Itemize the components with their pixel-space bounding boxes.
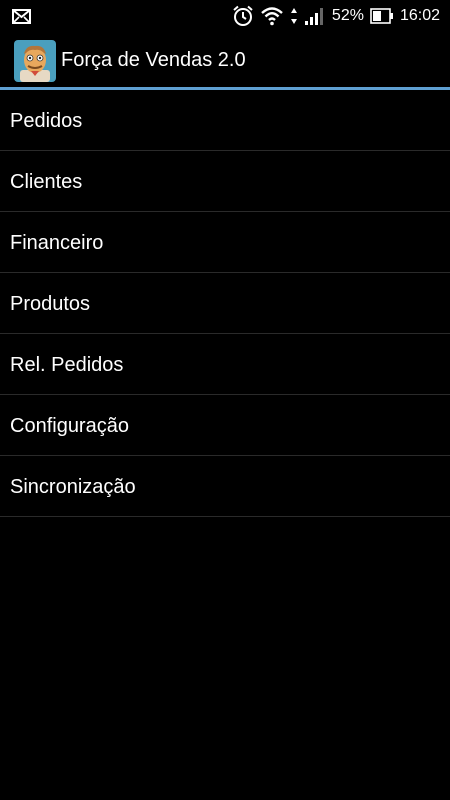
main-menu: Pedidos Clientes Financeiro Produtos Rel… <box>0 90 450 517</box>
action-bar: Força de Vendas 2.0 <box>0 32 450 87</box>
data-arrows-icon <box>290 7 298 25</box>
menu-item-label: Sincronização <box>10 476 136 498</box>
app-title: Força de Vendas 2.0 <box>61 49 246 71</box>
wifi-icon <box>260 6 284 26</box>
menu-item-label: Rel. Pedidos <box>10 354 124 376</box>
signal-icon <box>304 6 326 26</box>
status-bar: 52% 16:02 <box>0 0 450 32</box>
menu-item-label: Produtos <box>10 293 91 315</box>
clock: 16:02 <box>399 7 440 24</box>
mail-icon <box>12 8 31 24</box>
menu-item-clientes[interactable]: Clientes <box>0 151 450 212</box>
menu-item-label: Clientes <box>10 171 83 193</box>
status-left <box>12 7 31 25</box>
menu-item-rel-pedidos[interactable]: Rel. Pedidos <box>0 334 450 395</box>
alarm-icon <box>232 5 254 27</box>
menu-item-sincronizacao[interactable]: Sincronização <box>0 456 450 517</box>
app-avatar-icon[interactable] <box>14 40 56 82</box>
status-right: 52% 16:02 <box>232 5 440 27</box>
menu-item-pedidos[interactable]: Pedidos <box>0 90 450 151</box>
menu-item-label: Financeiro <box>10 232 104 254</box>
menu-item-configuracao[interactable]: Configuração <box>0 395 450 456</box>
battery-icon <box>370 8 394 24</box>
menu-item-label: Pedidos <box>10 110 83 132</box>
battery-percent: 52% <box>331 7 364 24</box>
menu-item-label: Configuração <box>10 415 129 437</box>
menu-item-financeiro[interactable]: Financeiro <box>0 212 450 273</box>
menu-item-produtos[interactable]: Produtos <box>0 273 450 334</box>
